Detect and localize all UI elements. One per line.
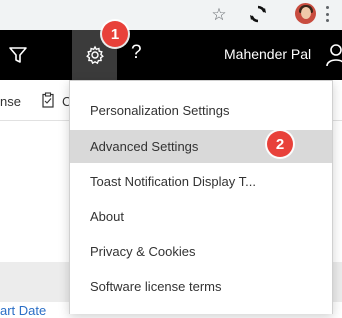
menu-item-privacy-cookies[interactable]: Privacy & Cookies [70, 235, 332, 268]
profile-avatar-icon[interactable] [295, 3, 316, 24]
menu-item-software-license-terms[interactable]: Software license terms [70, 270, 332, 303]
settings-dropdown-menu: Personalization Settings Advanced Settin… [69, 80, 333, 314]
gear-icon [85, 45, 104, 65]
filter-icon[interactable] [6, 43, 30, 67]
sync-icon[interactable] [248, 4, 268, 24]
callout-badge-2: 2 [267, 131, 293, 157]
menu-item-about[interactable]: About [70, 200, 332, 233]
callout-badge-1: 1 [102, 21, 128, 47]
menu-item-toast-notification-display[interactable]: Toast Notification Display T... [70, 165, 332, 198]
user-name[interactable]: Mahender Pal [224, 46, 311, 62]
clipboard-icon[interactable] [42, 92, 54, 108]
bookmark-star-icon[interactable]: ☆ [208, 3, 230, 25]
browser-toolbar: ☆ [0, 0, 342, 31]
help-button[interactable]: ? [131, 42, 142, 64]
license-command-fragment[interactable]: nse [0, 94, 21, 109]
start-date-column-header[interactable]: art Date [0, 303, 46, 318]
kebab-menu-icon[interactable] [326, 6, 330, 22]
app-header-bar: ? Mahender Pal [0, 30, 342, 80]
menu-item-personalization-settings[interactable]: Personalization Settings [70, 94, 332, 127]
person-icon[interactable] [326, 43, 342, 67]
